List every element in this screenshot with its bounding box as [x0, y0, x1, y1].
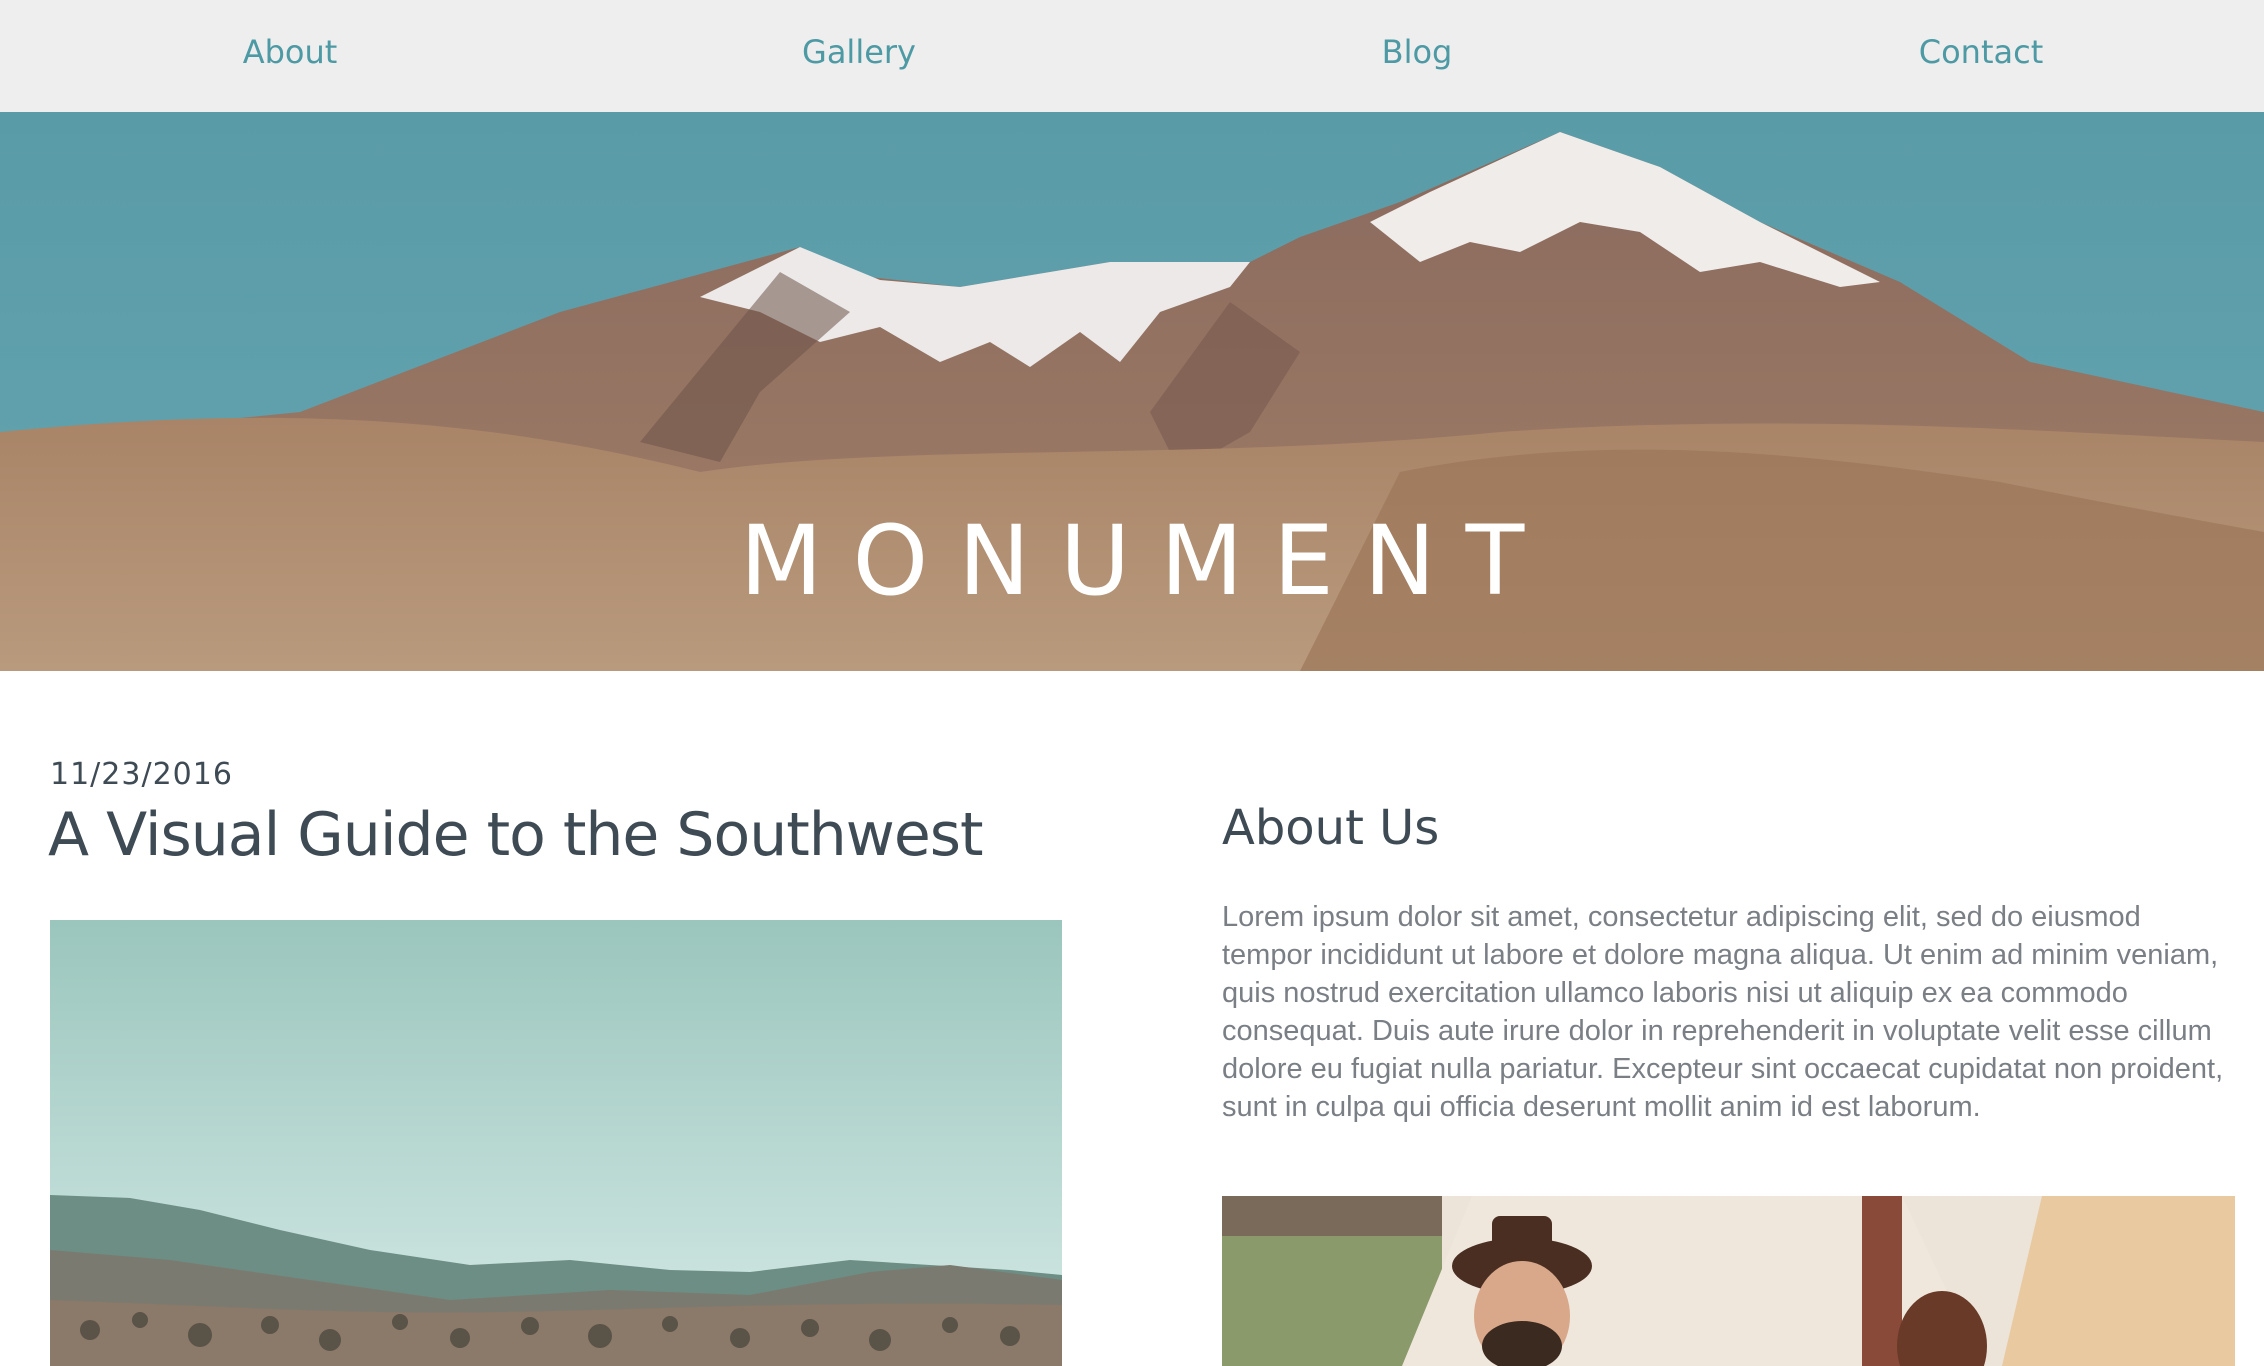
- nav-link-about[interactable]: About: [243, 30, 338, 74]
- about-heading: About Us: [1222, 800, 1440, 856]
- top-navigation: About Gallery Blog Contact: [0, 0, 2264, 113]
- hero-banner: MONUMENT: [0, 112, 2264, 671]
- post-featured-image[interactable]: [50, 920, 1062, 1366]
- about-photo: [1222, 1196, 2235, 1366]
- post-title[interactable]: A Visual Guide to the Southwest: [48, 800, 984, 870]
- couple-tent-image: [1222, 1196, 2235, 1366]
- about-body-text: Lorem ipsum dolor sit amet, consectetur …: [1222, 901, 2224, 1123]
- nav-link-gallery[interactable]: Gallery: [802, 30, 916, 74]
- nav-link-blog[interactable]: Blog: [1382, 30, 1453, 74]
- site-title: MONUMENT: [739, 505, 1555, 618]
- desert-landscape-image: [50, 920, 1062, 1366]
- post-date: 11/23/2016: [50, 757, 233, 792]
- nav-link-contact[interactable]: Contact: [1919, 30, 2044, 74]
